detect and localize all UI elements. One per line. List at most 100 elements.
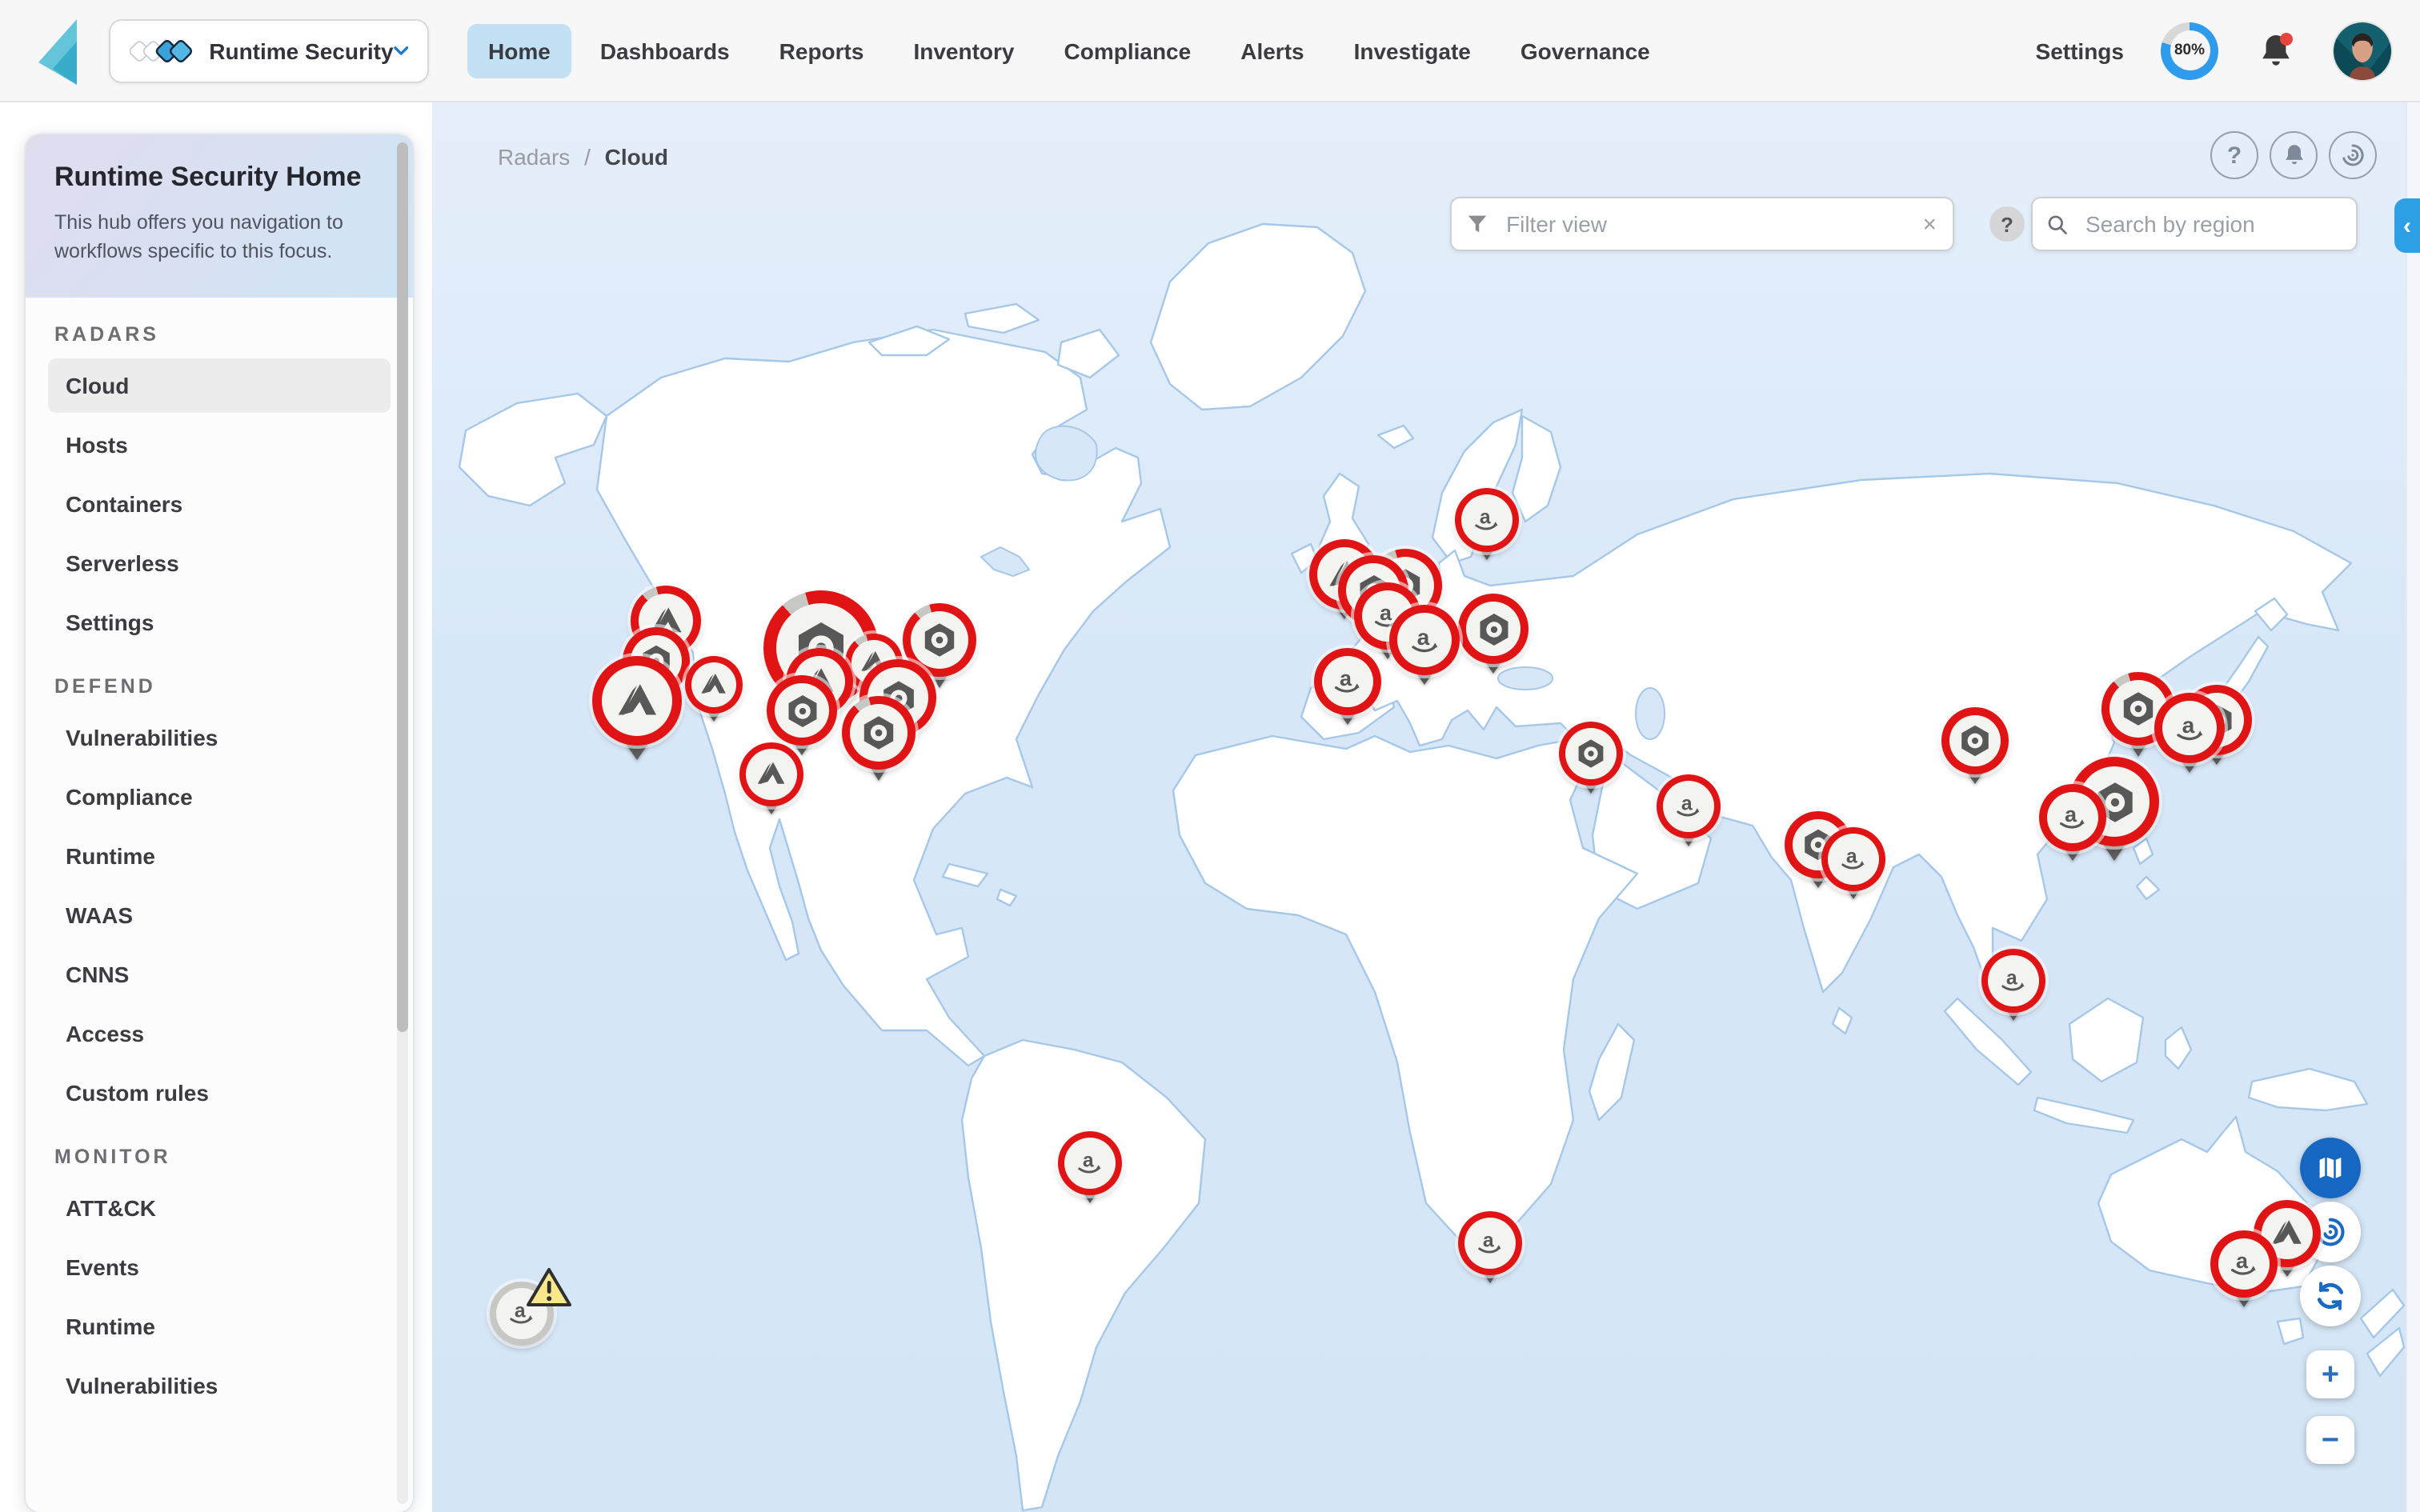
gcp-region-pin[interactable]: [1941, 707, 2009, 774]
notifications-circle-icon[interactable]: [2270, 131, 2318, 179]
svg-text:a: a: [1483, 1230, 1494, 1252]
gcp-region-pin[interactable]: [1458, 594, 1529, 664]
sidebar-section-monitor: MONITOR: [54, 1146, 384, 1168]
aws-logo-icon: a: [2162, 701, 2217, 755]
sidebar-item-radars-settings[interactable]: Settings: [48, 595, 391, 650]
aws-logo-icon: a: [1064, 1138, 1116, 1189]
zoom-out-button[interactable]: −: [2306, 1416, 2354, 1464]
user-avatar[interactable]: [2334, 22, 2391, 79]
aws-region-pin[interactable]: a: [2154, 693, 2225, 763]
aws-region-pin[interactable]: a: [1458, 1211, 1522, 1275]
sidebar-item-defend-waas[interactable]: WAAS: [48, 888, 391, 942]
warning-triangle-icon: [525, 1266, 573, 1317]
sidebar-item-radars-serverless[interactable]: Serverless: [48, 536, 391, 590]
aws-logo-icon: a: [1322, 656, 1373, 707]
gcp-region-pin[interactable]: [1559, 722, 1623, 786]
help-circle-icon[interactable]: ?: [2210, 131, 2258, 179]
sidebar-item-radars-cloud[interactable]: Cloud: [48, 358, 391, 413]
product-switcher-label: Runtime Security: [209, 38, 393, 63]
sidebar-section-radars: RADARS: [54, 323, 384, 346]
filter-help-badge[interactable]: ?: [1989, 206, 2025, 242]
nav-item-reports[interactable]: Reports: [759, 23, 885, 78]
sidebar-item-monitor-vulnerabilities[interactable]: Vulnerabilities: [48, 1358, 391, 1413]
aws-region-pin[interactable]: a: [1058, 1131, 1122, 1195]
product-switcher-diamonds-icon: [130, 25, 194, 76]
notifications-bell-icon[interactable]: [2255, 28, 2297, 73]
gcp-logo-icon: [850, 704, 908, 762]
svg-text:a: a: [1416, 624, 1429, 649]
sidebar-item-defend-custom-rules[interactable]: Custom rules: [48, 1066, 391, 1120]
gcp-logo-icon: [1565, 728, 1617, 779]
sidebar-item-monitor-att-ck[interactable]: ATT&CK: [48, 1181, 391, 1235]
aws-logo-icon: a: [1464, 1218, 1516, 1269]
aws-region-pin[interactable]: a: [1657, 774, 1721, 838]
gcp-logo-icon: [775, 683, 829, 738]
azure-region-pin[interactable]: [592, 656, 682, 746]
filter-funnel-icon: [1464, 211, 1490, 237]
filter-view-input[interactable]: [1503, 210, 1906, 238]
nav-item-inventory[interactable]: Inventory: [892, 23, 1035, 78]
azure-logo-icon: [746, 749, 797, 800]
usage-percent-label: 80%: [2170, 30, 2210, 70]
aws-logo-icon: a: [1397, 613, 1452, 667]
sidebar-item-defend-runtime[interactable]: Runtime: [48, 829, 391, 883]
gcp-region-pin[interactable]: [842, 696, 916, 770]
nav-item-investigate[interactable]: Investigate: [1333, 23, 1492, 78]
aws-region-pin[interactable]: a: [1821, 827, 1885, 891]
aws-region-pin[interactable]: a: [2039, 784, 2106, 851]
svg-text:a: a: [1480, 507, 1491, 529]
azure-region-pin[interactable]: [685, 656, 743, 714]
search-region-input[interactable]: [2082, 210, 2356, 238]
map-corner-icons: ?: [2210, 131, 2377, 179]
gcp-logo-icon: [1949, 715, 2001, 766]
sidebar-item-monitor-runtime[interactable]: Runtime: [48, 1299, 391, 1354]
nav-item-alerts[interactable]: Alerts: [1220, 23, 1324, 78]
product-switcher[interactable]: Runtime Security: [109, 18, 429, 82]
settings-link[interactable]: Settings: [2036, 38, 2124, 63]
unread-dot: [2280, 32, 2293, 45]
radar-circle-icon[interactable]: [2329, 131, 2377, 179]
sidebar-section-defend: DEFEND: [54, 675, 384, 698]
chevron-down-icon: [394, 42, 408, 58]
nav-item-compliance[interactable]: Compliance: [1044, 23, 1212, 78]
aws-region-pin[interactable]: a: [2210, 1230, 2278, 1298]
aws-region-pin[interactable]: a: [1389, 605, 1460, 675]
svg-text:a: a: [2236, 1249, 2249, 1273]
aws-logo-icon: a: [2218, 1238, 2270, 1290]
aws-logo-icon: a: [2047, 792, 2098, 843]
search-icon: [2045, 212, 2069, 236]
svg-text:a: a: [1340, 666, 1352, 690]
gcp-region-pin[interactable]: [767, 675, 837, 746]
nav-item-governance[interactable]: Governance: [1500, 23, 1671, 78]
aws-region-pin[interactable]: a: [1981, 949, 2045, 1013]
usage-progress-ring[interactable]: 80%: [2161, 22, 2218, 79]
sidebar-item-radars-hosts[interactable]: Hosts: [48, 418, 391, 472]
svg-text:a: a: [2006, 968, 2017, 990]
clear-filter-icon[interactable]: ×: [1922, 210, 1937, 238]
map-layers-button[interactable]: [2300, 1138, 2361, 1198]
nav-item-home[interactable]: Home: [467, 23, 571, 78]
breadcrumb-radars[interactable]: Radars: [498, 144, 570, 170]
runtime-security-sidebar: Runtime Security Home This hub offers yo…: [26, 134, 413, 1512]
cloud-radar-map[interactable]: a a a: [432, 102, 2406, 1512]
aws-region-pin[interactable]: a: [1455, 488, 1519, 552]
zoom-in-button[interactable]: +: [2306, 1350, 2354, 1398]
sidebar-item-monitor-events[interactable]: Events: [48, 1240, 391, 1294]
svg-text:a: a: [2065, 802, 2077, 826]
nav-item-dashboards[interactable]: Dashboards: [579, 23, 751, 78]
breadcrumb-current: Cloud: [605, 144, 668, 170]
sidebar-scrollbar-thumb[interactable]: [397, 142, 408, 1032]
sidebar-item-defend-access[interactable]: Access: [48, 1006, 391, 1061]
aws-region-pin[interactable]: a: [1314, 648, 1381, 715]
collapse-panel-tab[interactable]: ‹: [2394, 198, 2420, 253]
sidebar-item-defend-vulnerabilities[interactable]: Vulnerabilities: [48, 710, 391, 765]
sidebar-item-radars-containers[interactable]: Containers: [48, 477, 391, 531]
sidebar-item-defend-cnns[interactable]: CNNS: [48, 947, 391, 1002]
app-window: Runtime Security HomeDashboardsReportsIn…: [0, 0, 2420, 1512]
sidebar-item-defend-compliance[interactable]: Compliance: [48, 770, 391, 824]
aws-region-pin-warning[interactable]: a: [490, 1282, 554, 1346]
azure-region-pin[interactable]: [739, 742, 803, 806]
svg-text:a: a: [1846, 846, 1857, 868]
refresh-button[interactable]: [2300, 1266, 2361, 1326]
topbar-right-cluster: Settings 80%: [2036, 22, 2391, 79]
